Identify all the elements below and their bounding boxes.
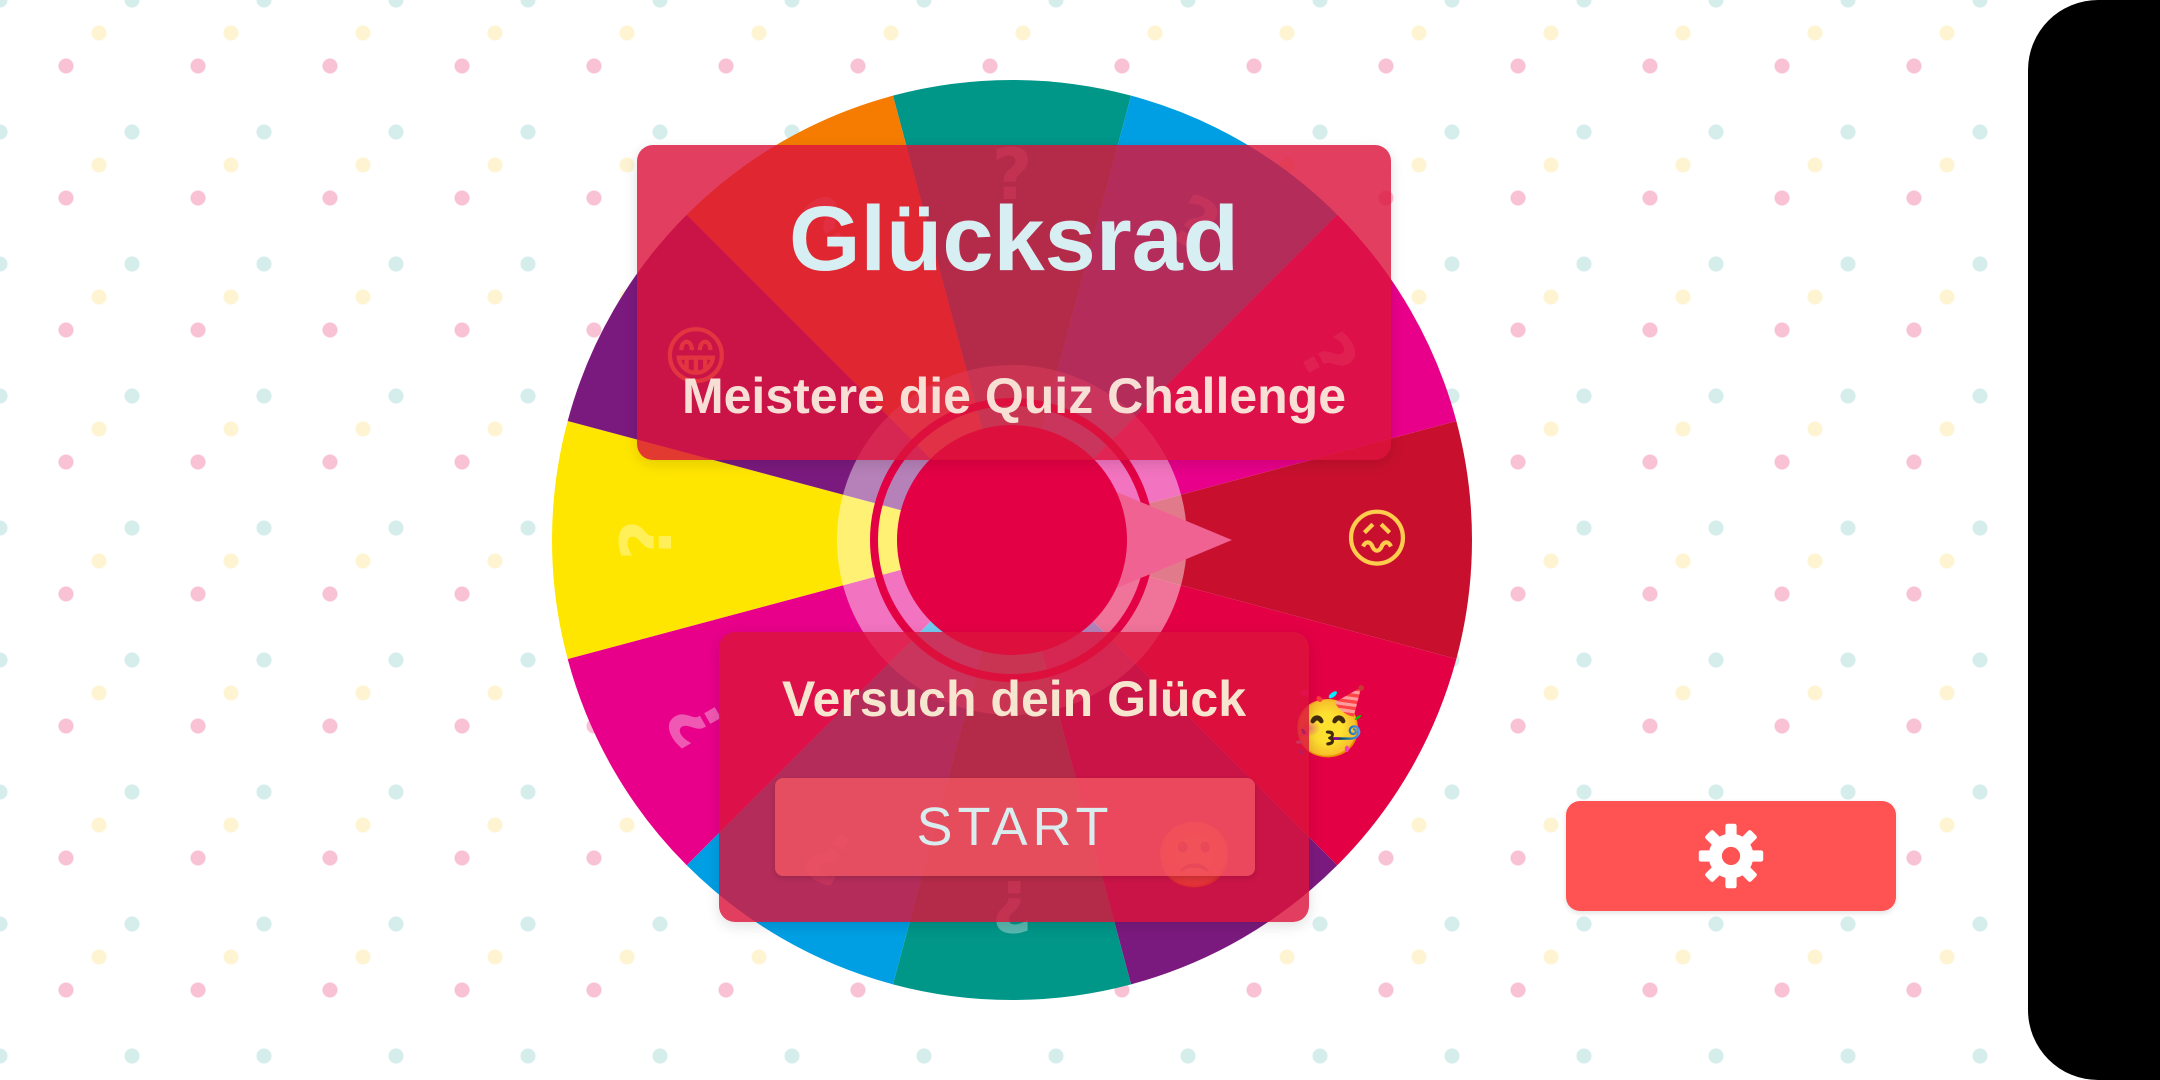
question-icon: ? — [606, 520, 688, 561]
start-button[interactable]: START — [775, 778, 1255, 876]
title-panel: Glücksrad Meistere die Quiz Challenge — [637, 145, 1391, 460]
page-subtitle: Meistere die Quiz Challenge — [681, 368, 1347, 424]
start-panel: Versuch dein Glück START — [719, 632, 1309, 922]
settings-button[interactable] — [1566, 801, 1896, 911]
page-title: Glücksrad — [789, 188, 1239, 290]
device-edge-bar — [2028, 0, 2160, 1080]
start-prompt: Versuch dein Glück — [781, 671, 1247, 727]
gear-icon — [1698, 823, 1764, 889]
confounded-face-icon: 😖 — [1344, 503, 1411, 577]
